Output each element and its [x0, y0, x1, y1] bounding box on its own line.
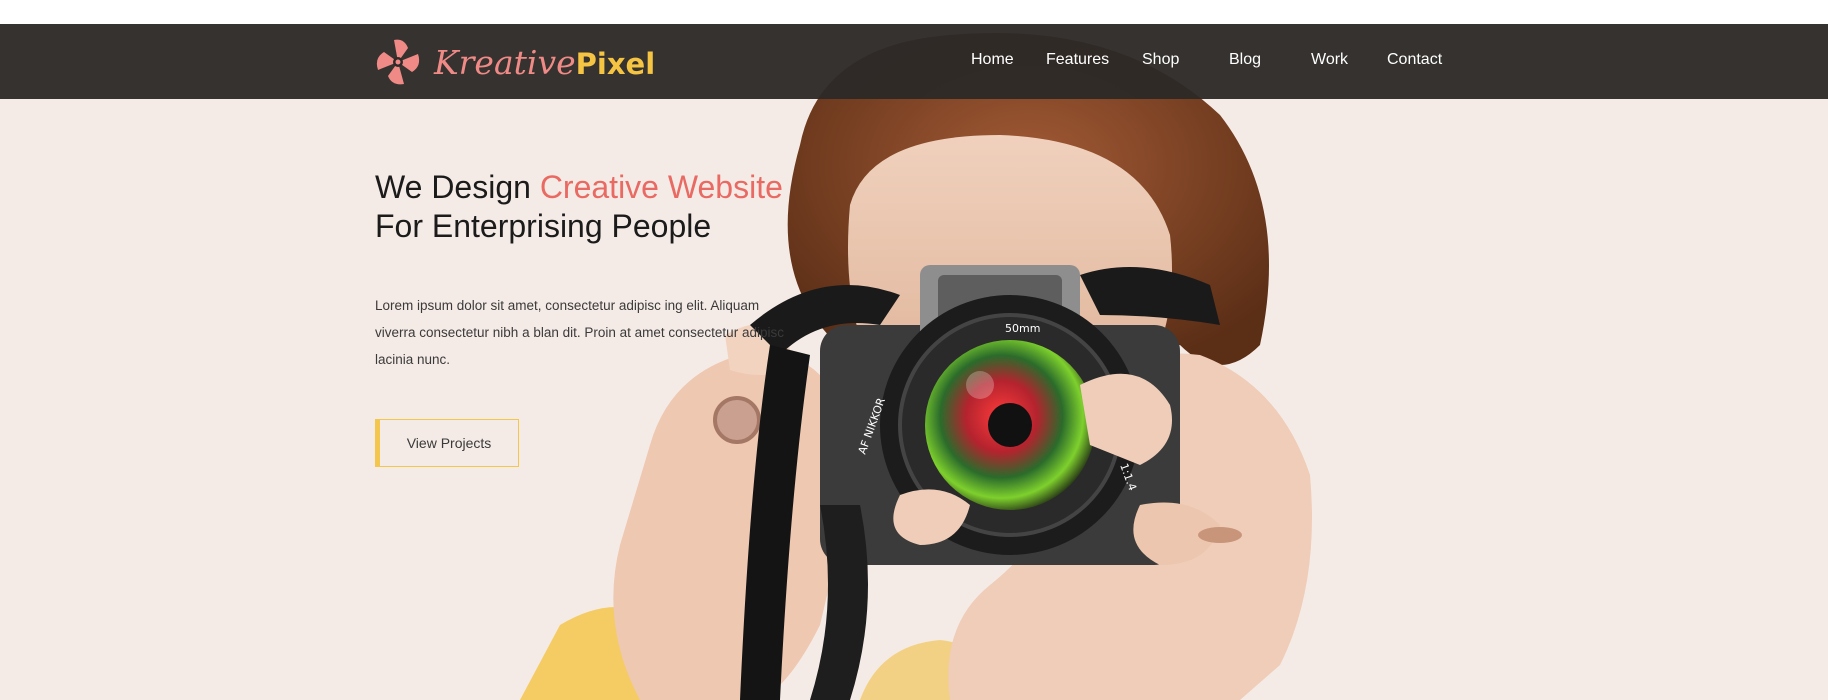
main-nav: Home Features Shop Blog Work Contact	[0, 24, 1828, 99]
hero-headline: We Design Creative Website For Enterpris…	[375, 168, 895, 246]
hero-section: 50mm AF NIKKOR 1:1.4 Kreative Pixel Home…	[0, 0, 1828, 700]
nav-item-contact[interactable]: Contact	[1387, 51, 1442, 69]
hero-description: Lorem ipsum dolor sit amet, consectetur …	[375, 298, 784, 367]
lens-focal-label: 50mm	[1005, 322, 1040, 335]
nav-item-work[interactable]: Work	[1311, 51, 1348, 69]
nav-item-features[interactable]: Features	[1046, 51, 1109, 69]
nav-item-blog[interactable]: Blog	[1229, 51, 1261, 69]
headline-accent: Creative Website	[539, 169, 783, 205]
nav-item-shop[interactable]: Shop	[1142, 51, 1179, 69]
headline-line2: For Enterprising People	[375, 208, 712, 244]
navbar: Kreative Pixel Home Features Shop Blog W…	[0, 24, 1828, 99]
nav-item-home[interactable]: Home	[971, 51, 1014, 69]
top-white-strip	[0, 0, 1828, 24]
view-projects-button[interactable]: View Projects	[375, 419, 519, 467]
headline-part1: We Design	[375, 169, 540, 205]
